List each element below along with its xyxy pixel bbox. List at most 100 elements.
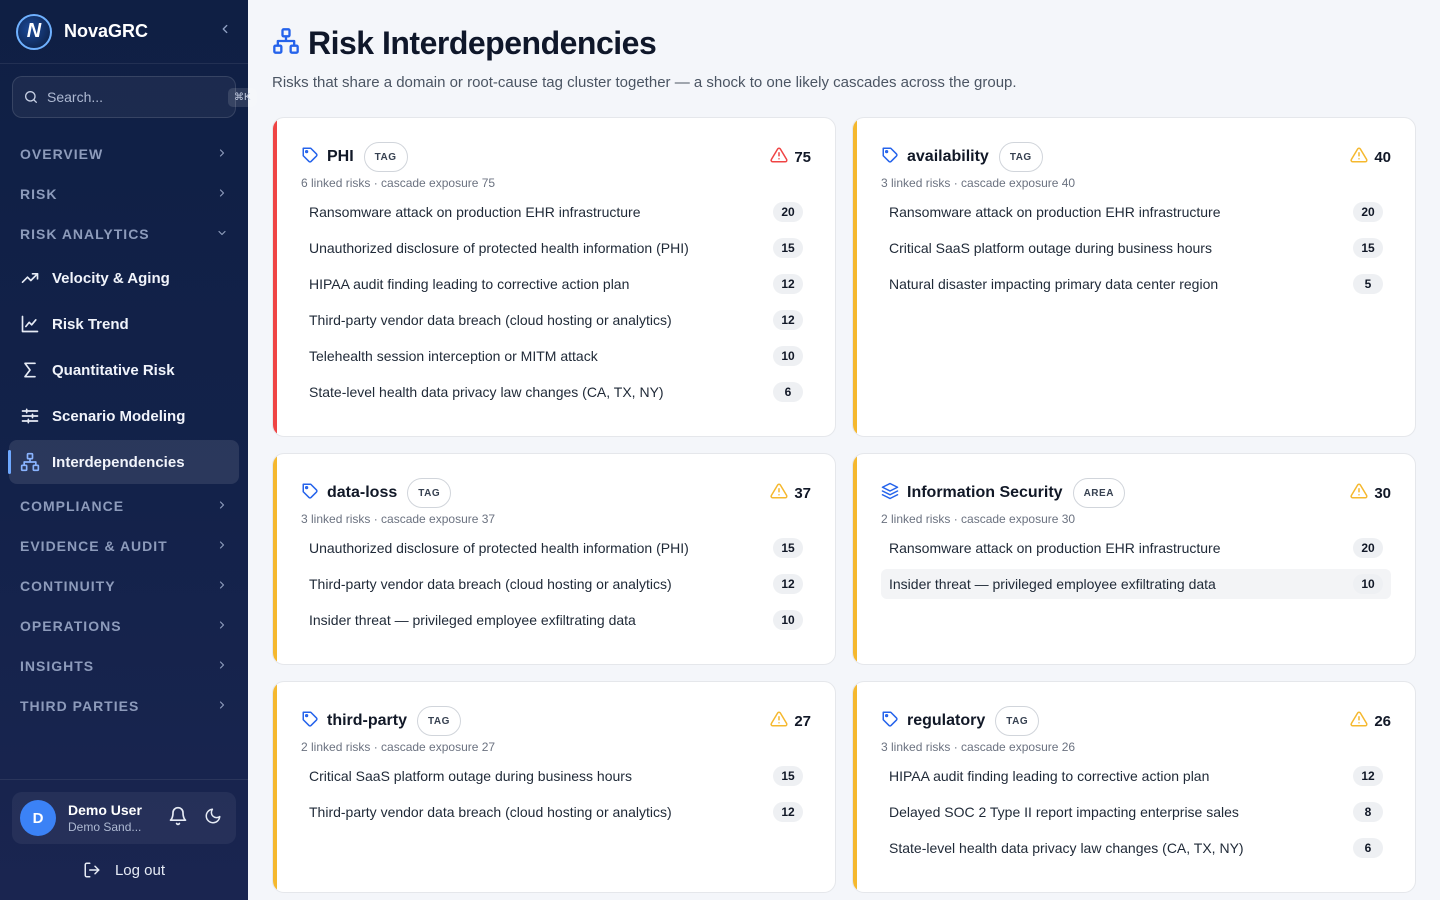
cluster-card-information-security[interactable]: Information Security AREA 30 2 linked risks…: [852, 453, 1416, 665]
cascade-score-value: 26: [1374, 712, 1391, 730]
linked-risk-name: Ransomware attack on production EHR infr…: [309, 204, 641, 220]
linked-risk-row[interactable]: Third-party vendor data breach (cloud ho…: [301, 797, 811, 827]
sidebar-item-quantitative-risk[interactable]: Quantitative Risk: [9, 348, 239, 392]
linked-risk-name: Critical SaaS platform outage during bus…: [889, 240, 1212, 256]
nav-section-third-parties[interactable]: THIRD PARTIES: [0, 686, 248, 726]
cluster-title[interactable]: regulatory: [907, 712, 985, 730]
sidebar-item-label: Interdependencies: [52, 453, 185, 471]
linked-risk-row[interactable]: Third-party vendor data breach (cloud ho…: [301, 569, 811, 599]
cluster-meta: 3 linked risks · cascade exposure 26: [881, 740, 1076, 754]
cascade-score: 37: [770, 482, 811, 504]
nav-section-label: OPERATIONS: [20, 618, 122, 634]
linked-risk-score: 12: [773, 274, 803, 294]
tag-icon: [301, 146, 319, 169]
page-title: Risk Interdependencies: [308, 24, 657, 61]
cluster-title[interactable]: PHI: [327, 148, 354, 166]
brand-header: N NovaGRC: [0, 0, 248, 64]
tag-icon: [881, 710, 899, 733]
tag-icon: [881, 146, 899, 169]
nav-section-label: THIRD PARTIES: [20, 698, 140, 714]
collapse-sidebar-icon[interactable]: [218, 22, 232, 41]
linked-risk-score: 12: [1353, 766, 1383, 786]
sidebar-item-label: Quantitative Risk: [52, 361, 175, 379]
sidebar-item-interdependencies[interactable]: Interdependencies: [8, 440, 239, 484]
avatar[interactable]: D: [20, 800, 56, 836]
nav-section-operations[interactable]: OPERATIONS: [0, 606, 248, 646]
cluster-card-third-party[interactable]: third-party TAG 27 2 linked risks · cascade…: [272, 681, 836, 893]
cluster-meta: 3 linked risks · cascade exposure 37: [301, 512, 496, 526]
linked-risk-row[interactable]: Telehealth session interception or MITM …: [301, 341, 811, 371]
linked-risk-row[interactable]: Critical SaaS platform outage during bus…: [301, 761, 811, 791]
cascade-score: 27: [770, 710, 811, 732]
cluster-card-phi[interactable]: PHI TAG 75 6 linked risks · cascade exposur…: [272, 117, 836, 437]
linked-risk-row[interactable]: Third-party vendor data breach (cloud ho…: [301, 305, 811, 335]
network-icon: [272, 27, 300, 60]
nav-section-compliance[interactable]: COMPLIANCE: [0, 486, 248, 526]
linked-risk-name: State-level health data privacy law chan…: [889, 840, 1244, 856]
sidebar-item-label: Velocity & Aging: [52, 269, 170, 287]
linked-risk-row[interactable]: Ransomware attack on production EHR infr…: [881, 533, 1391, 563]
cascade-score-value: 37: [794, 484, 811, 502]
cascade-score: 30: [1350, 482, 1391, 504]
cluster-title[interactable]: data-loss: [327, 484, 397, 502]
cluster-title[interactable]: third-party: [327, 712, 407, 730]
nav-section-overview[interactable]: OVERVIEW: [0, 134, 248, 174]
brand-logo[interactable]: N: [16, 13, 52, 50]
trending-up-icon: [20, 268, 40, 288]
nav-section-risk[interactable]: RISK: [0, 174, 248, 214]
linked-risk-row[interactable]: State-level health data privacy law chan…: [881, 833, 1391, 863]
logout-icon: [84, 862, 100, 878]
cluster-card-availability[interactable]: availability TAG 40 3 linked risks · cascad…: [852, 117, 1416, 437]
nav-section-evidence-and-audit[interactable]: EVIDENCE & AUDIT: [0, 526, 248, 566]
linked-risk-row[interactable]: Insider threat — privileged employee exf…: [881, 569, 1391, 599]
cluster-kind-badge: TAG: [998, 142, 1043, 172]
linked-risk-list: Ransomware attack on production EHR infr…: [881, 533, 1391, 599]
nav-section-risk-analytics[interactable]: RISK ANALYTICS: [0, 214, 248, 254]
linked-risk-row[interactable]: Natural disaster impacting primary data …: [881, 269, 1391, 299]
linked-risk-row[interactable]: State-level health data privacy law chan…: [301, 377, 811, 407]
chevron-down-icon: [216, 227, 228, 242]
user-card[interactable]: D Demo User Demo Sand...: [12, 792, 236, 844]
cluster-kind-badge: TAG: [407, 478, 452, 508]
linked-risk-score: 20: [773, 202, 803, 222]
linked-risk-row[interactable]: Delayed SOC 2 Type II report impacting e…: [881, 797, 1391, 827]
cluster-card-header: availability TAG 40: [881, 142, 1391, 172]
linked-risk-row[interactable]: Critical SaaS platform outage during bus…: [881, 233, 1391, 263]
search-input[interactable]: [47, 89, 228, 105]
nav-section-insights[interactable]: INSIGHTS: [0, 646, 248, 686]
cluster-title[interactable]: Information Security: [907, 484, 1063, 502]
cluster-card-regulatory[interactable]: regulatory TAG 26 3 linked risks · cascade …: [852, 681, 1416, 893]
cluster-card-data-loss[interactable]: data-loss TAG 37 3 linked risks · cascade e…: [272, 453, 836, 665]
linked-risk-row[interactable]: Ransomware attack on production EHR infr…: [881, 197, 1391, 227]
nav-section-label: RISK ANALYTICS: [20, 226, 150, 242]
cluster-title[interactable]: availability: [907, 148, 989, 166]
linked-risk-name: Telehealth session interception or MITM …: [309, 348, 598, 364]
linked-risk-row[interactable]: HIPAA audit finding leading to correctiv…: [881, 761, 1391, 791]
linked-risk-row[interactable]: Insider threat — privileged employee exf…: [301, 605, 811, 635]
sidebar-item-scenario-modeling[interactable]: Scenario Modeling: [9, 394, 239, 438]
linked-risk-row[interactable]: Unauthorized disclosure of protected hea…: [301, 233, 811, 263]
warning-icon: [770, 146, 788, 168]
search-icon: [25, 91, 37, 103]
linked-risk-row[interactable]: Unauthorized disclosure of protected hea…: [301, 533, 811, 563]
linked-risk-score: 12: [773, 310, 803, 330]
search-box[interactable]: ⌘K: [12, 76, 257, 118]
linked-risk-row[interactable]: HIPAA audit finding leading to correctiv…: [301, 269, 811, 299]
layers-icon: [881, 482, 899, 505]
cluster-meta: 6 linked risks · cascade exposure 75: [301, 176, 496, 190]
linked-risk-list: Ransomware attack on production EHR infr…: [301, 197, 811, 407]
user-area: D Demo User Demo Sand... Log out: [0, 779, 248, 900]
nav-section-continuity[interactable]: CONTINUITY: [0, 566, 248, 606]
warning-icon: [1350, 146, 1368, 168]
moon-icon[interactable]: [204, 807, 222, 830]
linked-risk-score: 15: [1353, 238, 1383, 258]
brand-name[interactable]: NovaGRC: [64, 21, 148, 42]
linked-risk-name: Insider threat — privileged employee exf…: [889, 576, 1216, 592]
linked-risk-score: 8: [1353, 802, 1383, 822]
tag-icon: [301, 482, 319, 505]
sidebar-item-risk-trend[interactable]: Risk Trend: [9, 302, 239, 346]
linked-risk-row[interactable]: Ransomware attack on production EHR infr…: [301, 197, 811, 227]
bell-icon[interactable]: [168, 806, 188, 831]
sidebar-item-velocity-and-aging[interactable]: Velocity & Aging: [9, 256, 239, 300]
logout-button[interactable]: Log out: [0, 844, 248, 896]
